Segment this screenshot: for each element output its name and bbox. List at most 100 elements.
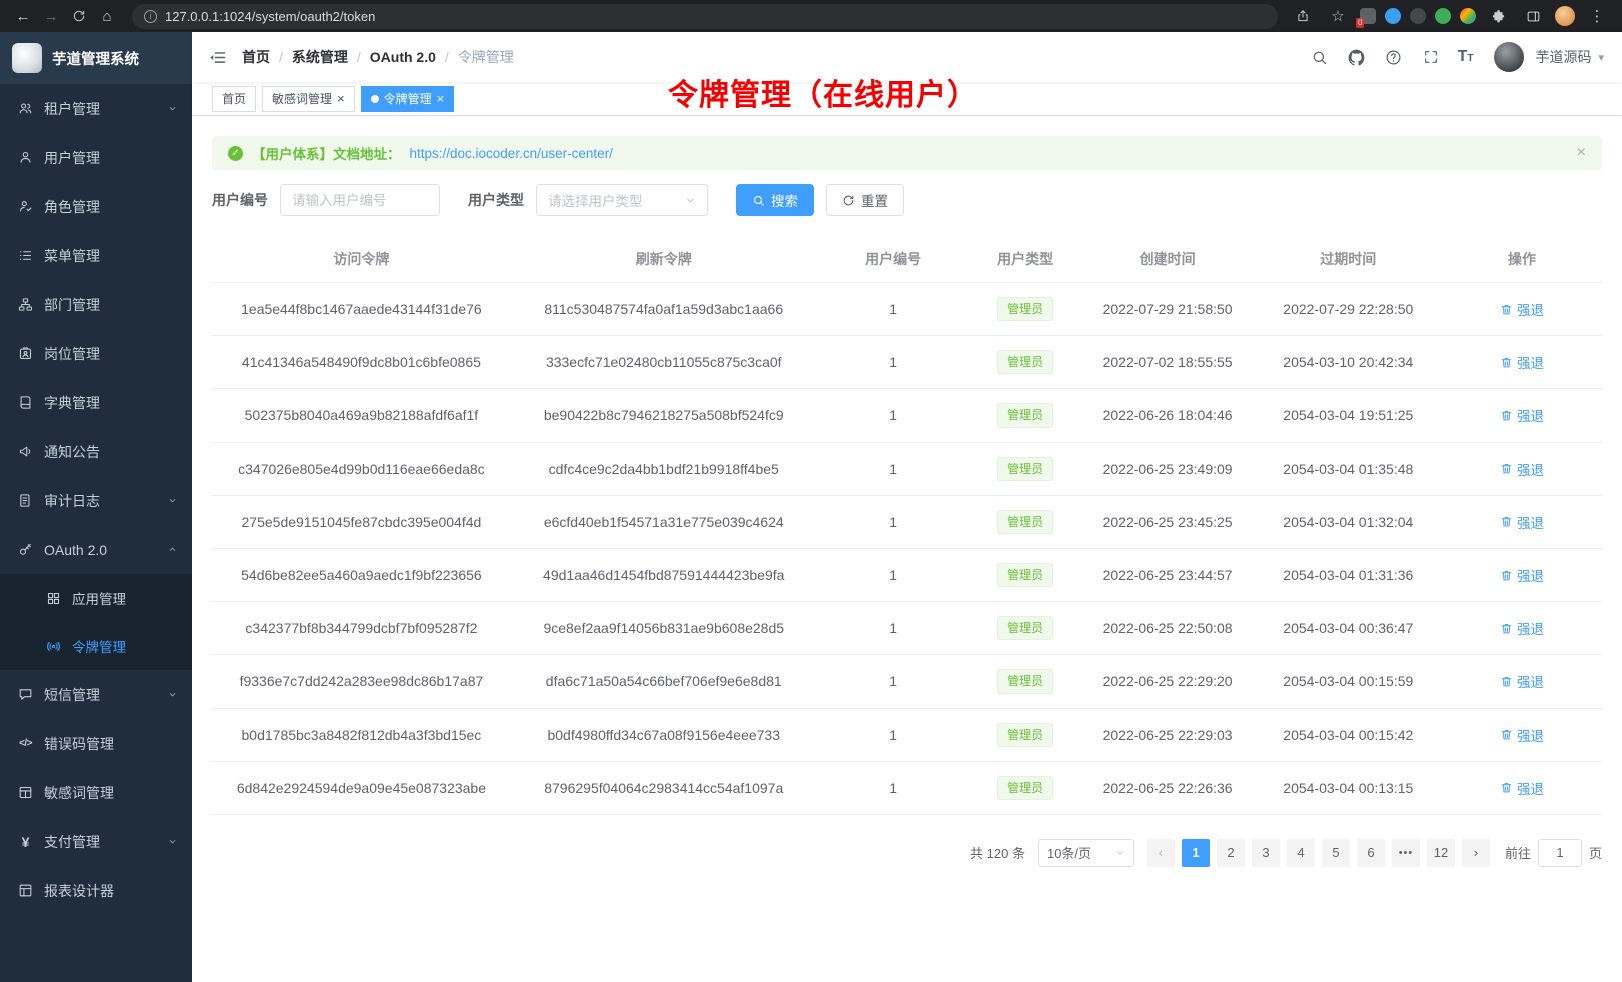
force-logout-button[interactable]: 强退 bbox=[1500, 725, 1544, 745]
user-type-badge: 管理员 bbox=[997, 776, 1053, 800]
force-logout-button[interactable]: 强退 bbox=[1500, 459, 1544, 479]
tab-token-management[interactable]: 令牌管理 × bbox=[361, 86, 455, 112]
sidebar-item-token-management[interactable]: 令牌管理 bbox=[0, 622, 192, 670]
extension-green-icon[interactable] bbox=[1435, 8, 1451, 24]
sidebar-item-payment[interactable]: ¥ 支付管理 bbox=[0, 817, 192, 866]
close-icon[interactable]: × bbox=[337, 92, 345, 105]
sidebar-item-tenant[interactable]: 租户管理 bbox=[0, 84, 192, 133]
sidebar-item-sensitive-word[interactable]: 敏感词管理 bbox=[0, 768, 192, 817]
logo[interactable]: 芋道管理系统 bbox=[0, 32, 192, 84]
prev-page-button[interactable]: ‹ bbox=[1147, 839, 1175, 867]
active-tab-dot bbox=[371, 95, 379, 103]
extension-colorful-icon[interactable] bbox=[1460, 8, 1476, 24]
user-id-input[interactable] bbox=[280, 184, 440, 216]
force-logout-button[interactable]: 强退 bbox=[1500, 671, 1544, 691]
delete-icon bbox=[1500, 356, 1513, 369]
page-button-2[interactable]: 2 bbox=[1217, 839, 1245, 867]
sidebar-item-user[interactable]: 用户管理 bbox=[0, 133, 192, 182]
extension-dark-icon[interactable] bbox=[1410, 8, 1426, 24]
layout-icon bbox=[18, 883, 33, 898]
sidebar-item-audit-log[interactable]: 审计日志 bbox=[0, 476, 192, 525]
user-avatar[interactable] bbox=[1494, 42, 1524, 72]
page-button-1[interactable]: 1 bbox=[1182, 839, 1210, 867]
username[interactable]: 芋道源码 bbox=[1535, 47, 1591, 67]
sidebar-toggle[interactable] bbox=[192, 32, 242, 82]
fullscreen-icon[interactable] bbox=[1421, 47, 1441, 67]
cell-user-id: 1 bbox=[817, 283, 970, 336]
reload-icon[interactable] bbox=[66, 3, 92, 29]
page-content: ✓ 【用户体系】文档地址： https://doc.iocoder.cn/use… bbox=[192, 116, 1622, 982]
user-type-select[interactable]: 请选择用户类型 bbox=[536, 184, 708, 216]
extension-badged-icon[interactable]: 0 bbox=[1360, 8, 1376, 24]
goto-label: 前往 bbox=[1505, 843, 1531, 862]
sidebar-item-app-management[interactable]: 应用管理 bbox=[0, 574, 192, 622]
col-user-id: 用户编号 bbox=[817, 238, 970, 283]
page-button-12[interactable]: 12 bbox=[1427, 839, 1455, 867]
force-logout-button[interactable]: 强退 bbox=[1500, 512, 1544, 532]
tab-sensitive-word[interactable]: 敏感词管理 × bbox=[262, 86, 355, 112]
force-logout-button[interactable]: 强退 bbox=[1500, 299, 1544, 319]
browser-profile-avatar[interactable] bbox=[1555, 6, 1575, 26]
cell-access-token: b0d1785bc3a8482f812db4a3f3bd15ec bbox=[212, 708, 511, 761]
breadcrumb-home[interactable]: 首页 bbox=[242, 47, 270, 67]
more-pages-button[interactable]: ••• bbox=[1392, 839, 1420, 867]
help-icon[interactable] bbox=[1384, 47, 1404, 67]
side-panel-icon[interactable] bbox=[1520, 3, 1546, 29]
cell-create-time: 2022-06-25 22:50:08 bbox=[1081, 602, 1255, 655]
sidebar-item-role[interactable]: 角色管理 bbox=[0, 182, 192, 231]
doc-link[interactable]: https://doc.iocoder.cn/user-center/ bbox=[410, 146, 613, 161]
sidebar: 芋道管理系统 租户管理 用户管理 角色管理 菜单管理 部 bbox=[0, 32, 192, 982]
site-info-icon[interactable]: i bbox=[144, 10, 157, 23]
sidebar-item-post[interactable]: 岗位管理 bbox=[0, 329, 192, 378]
github-icon[interactable] bbox=[1347, 47, 1367, 67]
share-icon[interactable] bbox=[1290, 3, 1316, 29]
home-icon[interactable]: ⌂ bbox=[94, 3, 120, 29]
force-logout-button[interactable]: 强退 bbox=[1500, 618, 1544, 638]
sidebar-item-menu[interactable]: 菜单管理 bbox=[0, 231, 192, 280]
pagination: 共 120 条 10条/页 ‹ 1 2 3 4 5 6 ••• 12 › 前往 … bbox=[212, 839, 1602, 867]
page-button-3[interactable]: 3 bbox=[1252, 839, 1280, 867]
page-button-5[interactable]: 5 bbox=[1322, 839, 1350, 867]
cell-refresh-token: be90422b8c7946218275a508bf524fc9 bbox=[511, 389, 817, 442]
extensions-puzzle-icon[interactable] bbox=[1485, 3, 1511, 29]
delete-icon bbox=[1500, 569, 1513, 582]
alert-close-icon[interactable]: × bbox=[1577, 144, 1586, 162]
tenant-icon bbox=[18, 101, 33, 116]
close-icon[interactable]: × bbox=[437, 92, 445, 105]
forward-icon[interactable]: → bbox=[38, 3, 64, 29]
search-icon[interactable] bbox=[1310, 47, 1330, 67]
extension-blue-icon[interactable] bbox=[1385, 8, 1401, 24]
bookmark-star-icon[interactable]: ☆ bbox=[1325, 3, 1351, 29]
breadcrumb-system[interactable]: 系统管理 bbox=[292, 47, 348, 67]
force-logout-button[interactable]: 强退 bbox=[1500, 352, 1544, 372]
sidebar-item-dict[interactable]: 字典管理 bbox=[0, 378, 192, 427]
force-logout-button[interactable]: 强退 bbox=[1500, 405, 1544, 425]
next-page-button[interactable]: › bbox=[1462, 839, 1490, 867]
sidebar-item-notice[interactable]: 通知公告 bbox=[0, 427, 192, 476]
table-row: 502375b8040a469a9b82188afdf6af1f be90422… bbox=[212, 389, 1602, 442]
sidebar-item-oauth[interactable]: OAuth 2.0 bbox=[0, 525, 192, 574]
sidebar-item-report-designer[interactable]: 报表设计器 bbox=[0, 866, 192, 915]
breadcrumb-oauth[interactable]: OAuth 2.0 bbox=[370, 49, 436, 65]
force-logout-button[interactable]: 强退 bbox=[1500, 565, 1544, 585]
app-title: 芋道管理系统 bbox=[52, 48, 139, 69]
delete-icon bbox=[1500, 303, 1513, 316]
font-size-icon[interactable]: TT bbox=[1458, 49, 1474, 65]
cell-access-token: c342377bf8b344799dcbf7bf095287f2 bbox=[212, 602, 511, 655]
page-size-select[interactable]: 10条/页 bbox=[1038, 839, 1134, 867]
id-badge-icon bbox=[18, 346, 33, 361]
search-button[interactable]: 搜索 bbox=[736, 184, 814, 216]
reset-button[interactable]: 重置 bbox=[826, 184, 904, 216]
sidebar-item-dept[interactable]: 部门管理 bbox=[0, 280, 192, 329]
sidebar-item-error-code[interactable]: </> 错误码管理 bbox=[0, 719, 192, 768]
url-bar[interactable]: i 127.0.0.1:1024/system/oauth2/token bbox=[132, 4, 1278, 29]
goto-page-input[interactable] bbox=[1538, 839, 1582, 867]
force-logout-button[interactable]: 强退 bbox=[1500, 778, 1544, 798]
page-button-4[interactable]: 4 bbox=[1287, 839, 1315, 867]
back-icon[interactable]: ← bbox=[10, 3, 36, 29]
tab-home[interactable]: 首页 bbox=[212, 86, 256, 112]
cell-expire-time: 2054-03-04 00:36:47 bbox=[1254, 602, 1442, 655]
sidebar-item-sms[interactable]: 短信管理 bbox=[0, 670, 192, 719]
page-button-6[interactable]: 6 bbox=[1357, 839, 1385, 867]
browser-menu-icon[interactable]: ⋮ bbox=[1584, 3, 1610, 29]
